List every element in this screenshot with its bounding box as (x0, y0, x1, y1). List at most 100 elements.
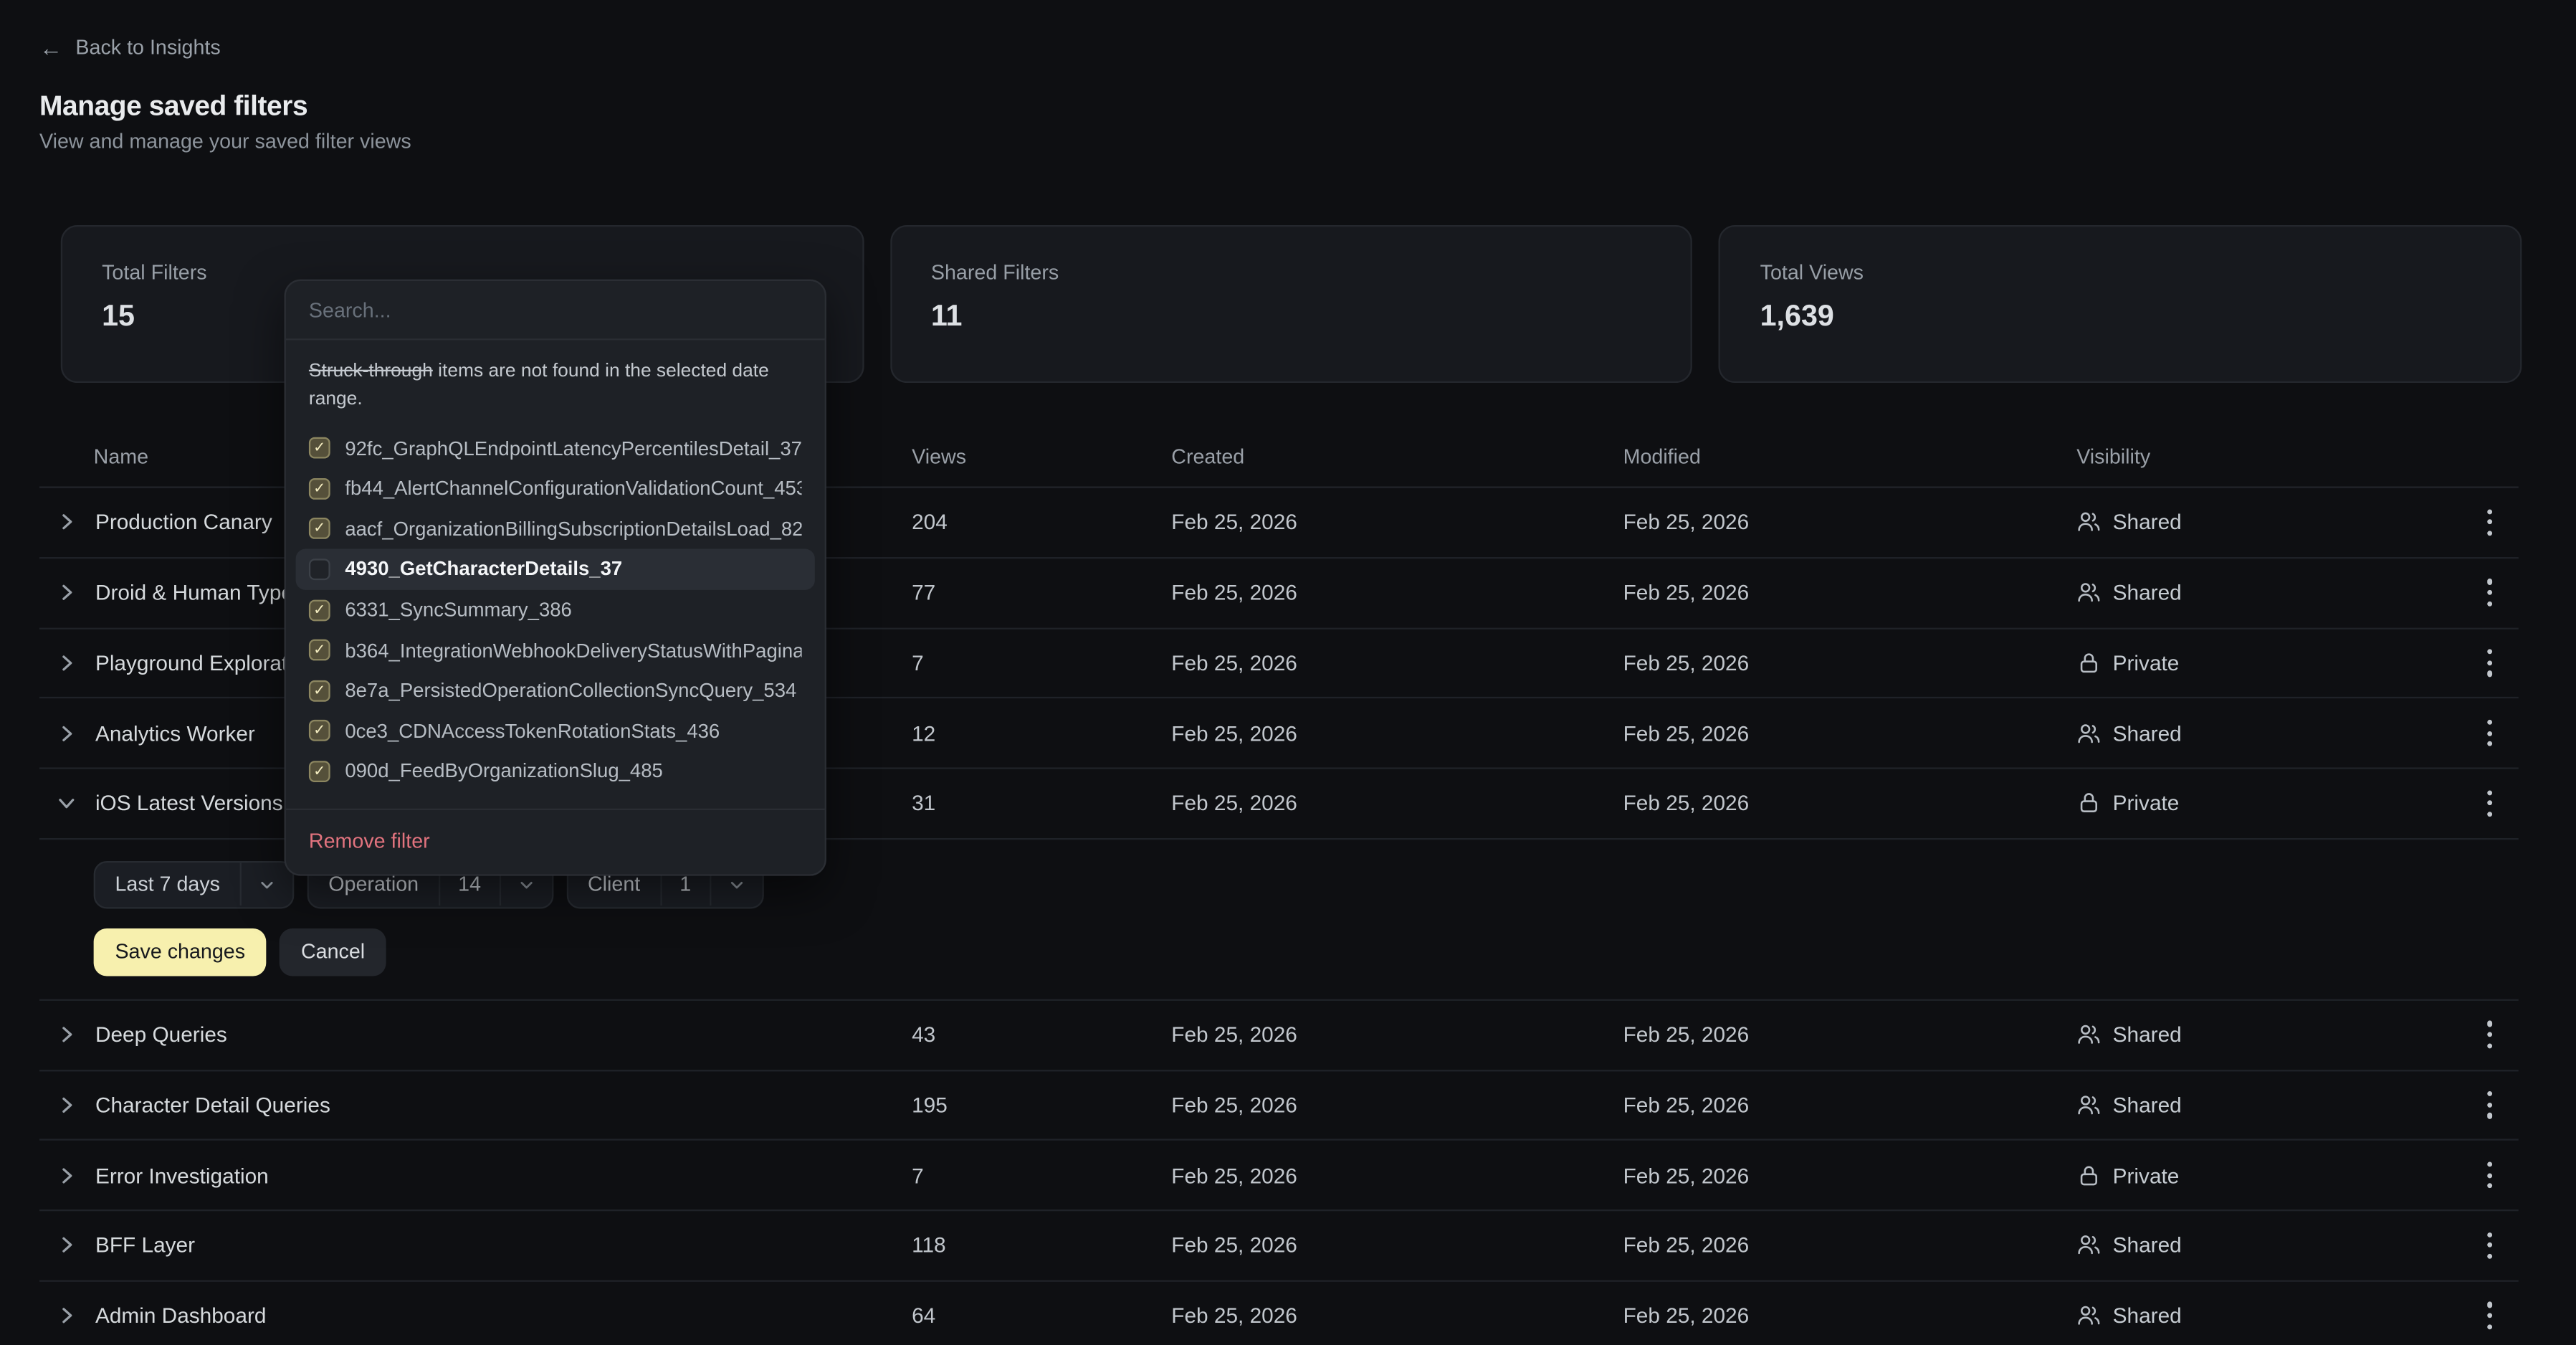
chip-value: 14 (440, 873, 499, 896)
manage-saved-filters-page: ← Back to Insights Manage saved filters … (0, 0, 2576, 1345)
row-views: 7 (912, 1163, 1171, 1187)
row-created: Feb 25, 2026 (1171, 1093, 1623, 1117)
remove-filter-button[interactable]: Remove filter (286, 808, 825, 874)
kebab-menu-icon[interactable] (2481, 713, 2499, 753)
row-created: Feb 25, 2026 (1171, 1022, 1623, 1047)
kebab-menu-icon[interactable] (2481, 1014, 2499, 1055)
strike-through-notice: Struck-through items are not found in th… (309, 358, 802, 413)
arrow-left-icon: ← (39, 36, 62, 59)
filter-list-item[interactable]: ✓ 4930_GetCharacterDetails_37 (296, 549, 815, 589)
row-created: Feb 25, 2026 (1171, 650, 1623, 675)
row-name: Playground Exploration (95, 650, 316, 675)
row-name: iOS Latest Versions (95, 791, 283, 815)
chevron-right-icon[interactable] (54, 1093, 77, 1116)
row-modified: Feb 25, 2026 (1623, 1303, 2077, 1328)
chevron-right-icon[interactable] (54, 722, 77, 745)
save-changes-button[interactable]: Save changes (94, 928, 267, 975)
chip-chevron-down-icon[interactable] (711, 875, 762, 893)
filter-list-item[interactable]: ✓ fb44_AlertChannelConfigurationValidati… (296, 468, 815, 508)
table-row[interactable]: Error Investigation 7 Feb 25, 2026 Feb 2… (39, 1141, 2519, 1211)
row-name: Character Detail Queries (95, 1093, 330, 1117)
filter-list-item[interactable]: ✓ b364_IntegrationWebhookDeliveryStatusW… (296, 630, 815, 670)
filter-list-item[interactable]: ✓ 6331_SyncSummary_386 (296, 589, 815, 629)
filter-chip[interactable]: Last 7 days (94, 860, 294, 908)
row-modified: Feb 25, 2026 (1623, 1163, 2077, 1187)
chevron-right-icon[interactable] (54, 1164, 77, 1187)
lock-icon (2076, 1163, 2101, 1187)
kebab-menu-icon[interactable] (2481, 502, 2499, 542)
row-modified: Feb 25, 2026 (1623, 1093, 2077, 1117)
back-label: Back to Insights (75, 36, 220, 59)
row-views: 118 (912, 1233, 1171, 1258)
chevron-right-icon[interactable] (54, 1304, 77, 1327)
lock-icon (2076, 791, 2101, 815)
row-name: Analytics Worker (95, 721, 255, 745)
kebab-menu-icon[interactable] (2481, 1225, 2499, 1265)
checkbox-icon[interactable]: ✓ (309, 477, 330, 499)
kebab-menu-icon[interactable] (2481, 1085, 2499, 1125)
row-modified: Feb 25, 2026 (1623, 650, 2077, 675)
row-views: 77 (912, 580, 1171, 604)
chip-label: Operation (309, 873, 439, 896)
row-visibility-label: Shared (2113, 1022, 2182, 1047)
filter-list-item[interactable]: ✓ aacf_OrganizationBillingSubscriptionDe… (296, 508, 815, 548)
stat-card-total-views: Total Views 1,639 (1719, 225, 2522, 383)
row-visibility-label: Private (2113, 650, 2180, 675)
chevron-right-icon[interactable] (54, 581, 77, 604)
column-header-modified: Modified (1623, 445, 2077, 468)
filter-item-label: 0ce3_CDNAccessTokenRotationStats_436 (345, 719, 720, 742)
filter-item-label: 8e7a_PersistedOperationCollectionSyncQue… (345, 679, 796, 702)
kebab-menu-icon[interactable] (2481, 1296, 2499, 1336)
checkbox-icon[interactable]: ✓ (309, 721, 330, 742)
checkbox-icon[interactable]: ✓ (309, 761, 330, 782)
checkbox-icon[interactable]: ✓ (309, 518, 330, 540)
checkbox-icon[interactable]: ✓ (309, 437, 330, 459)
chevron-right-icon[interactable] (54, 1023, 77, 1046)
checkbox-icon[interactable]: ✓ (309, 559, 330, 580)
row-views: 204 (912, 510, 1171, 534)
row-name: Droid & Human Types (95, 580, 304, 604)
row-created: Feb 25, 2026 (1171, 1303, 1623, 1328)
row-modified: Feb 25, 2026 (1623, 1022, 2077, 1047)
row-created: Feb 25, 2026 (1171, 580, 1623, 604)
row-visibility-label: Private (2113, 1163, 2180, 1187)
users-icon (2076, 721, 2101, 745)
filter-list-item[interactable]: ✓ 92fc_GraphQLEndpointLatencyPercentiles… (296, 428, 815, 468)
filter-list-item[interactable]: ✓ 8e7a_PersistedOperationCollectionSyncQ… (296, 670, 815, 710)
chip-value: 1 (662, 873, 709, 896)
row-visibility-label: Shared (2113, 1303, 2182, 1328)
search-input[interactable] (286, 298, 825, 321)
lock-icon (2076, 650, 2101, 675)
kebab-menu-icon[interactable] (2481, 783, 2499, 823)
kebab-menu-icon[interactable] (2481, 572, 2499, 612)
users-icon (2076, 1093, 2101, 1117)
chevron-right-icon[interactable] (54, 511, 77, 534)
back-to-insights-link[interactable]: ← Back to Insights (39, 36, 221, 59)
checkbox-icon[interactable]: ✓ (309, 599, 330, 621)
chevron-right-icon[interactable] (54, 652, 77, 675)
table-row[interactable]: Admin Dashboard 64 Feb 25, 2026 Feb 25, … (39, 1281, 2519, 1345)
chevron-right-icon[interactable] (54, 1234, 77, 1257)
kebab-menu-icon[interactable] (2481, 642, 2499, 683)
checkbox-icon[interactable]: ✓ (309, 640, 330, 661)
row-views: 43 (912, 1022, 1171, 1047)
kebab-menu-icon[interactable] (2481, 1155, 2499, 1195)
chip-chevron-down-icon[interactable] (501, 875, 552, 893)
row-name: BFF Layer (95, 1233, 195, 1258)
chevron-down-icon[interactable] (54, 792, 77, 815)
row-name: Production Canary (95, 510, 272, 534)
table-row[interactable]: Deep Queries 43 Feb 25, 2026 Feb 25, 202… (39, 1000, 2519, 1070)
users-icon (2076, 1022, 2101, 1047)
row-created: Feb 25, 2026 (1171, 791, 1623, 815)
cancel-button[interactable]: Cancel (280, 928, 386, 975)
filter-item-label: fb44_AlertChannelConfigurationValidation… (345, 477, 801, 500)
chip-chevron-down-icon[interactable] (242, 875, 292, 893)
row-modified: Feb 25, 2026 (1623, 791, 2077, 815)
row-views: 195 (912, 1093, 1171, 1117)
table-row[interactable]: BFF Layer 118 Feb 25, 2026 Feb 25, 2026 … (39, 1211, 2519, 1281)
filter-items-popover: Struck-through items are not found in th… (285, 280, 826, 875)
filter-list-item[interactable]: ✓ 0ce3_CDNAccessTokenRotationStats_436 (296, 710, 815, 751)
table-row[interactable]: Character Detail Queries 195 Feb 25, 202… (39, 1070, 2519, 1141)
filter-list-item[interactable]: ✓ 090d_FeedByOrganizationSlug_485 (296, 751, 815, 792)
checkbox-icon[interactable]: ✓ (309, 680, 330, 701)
